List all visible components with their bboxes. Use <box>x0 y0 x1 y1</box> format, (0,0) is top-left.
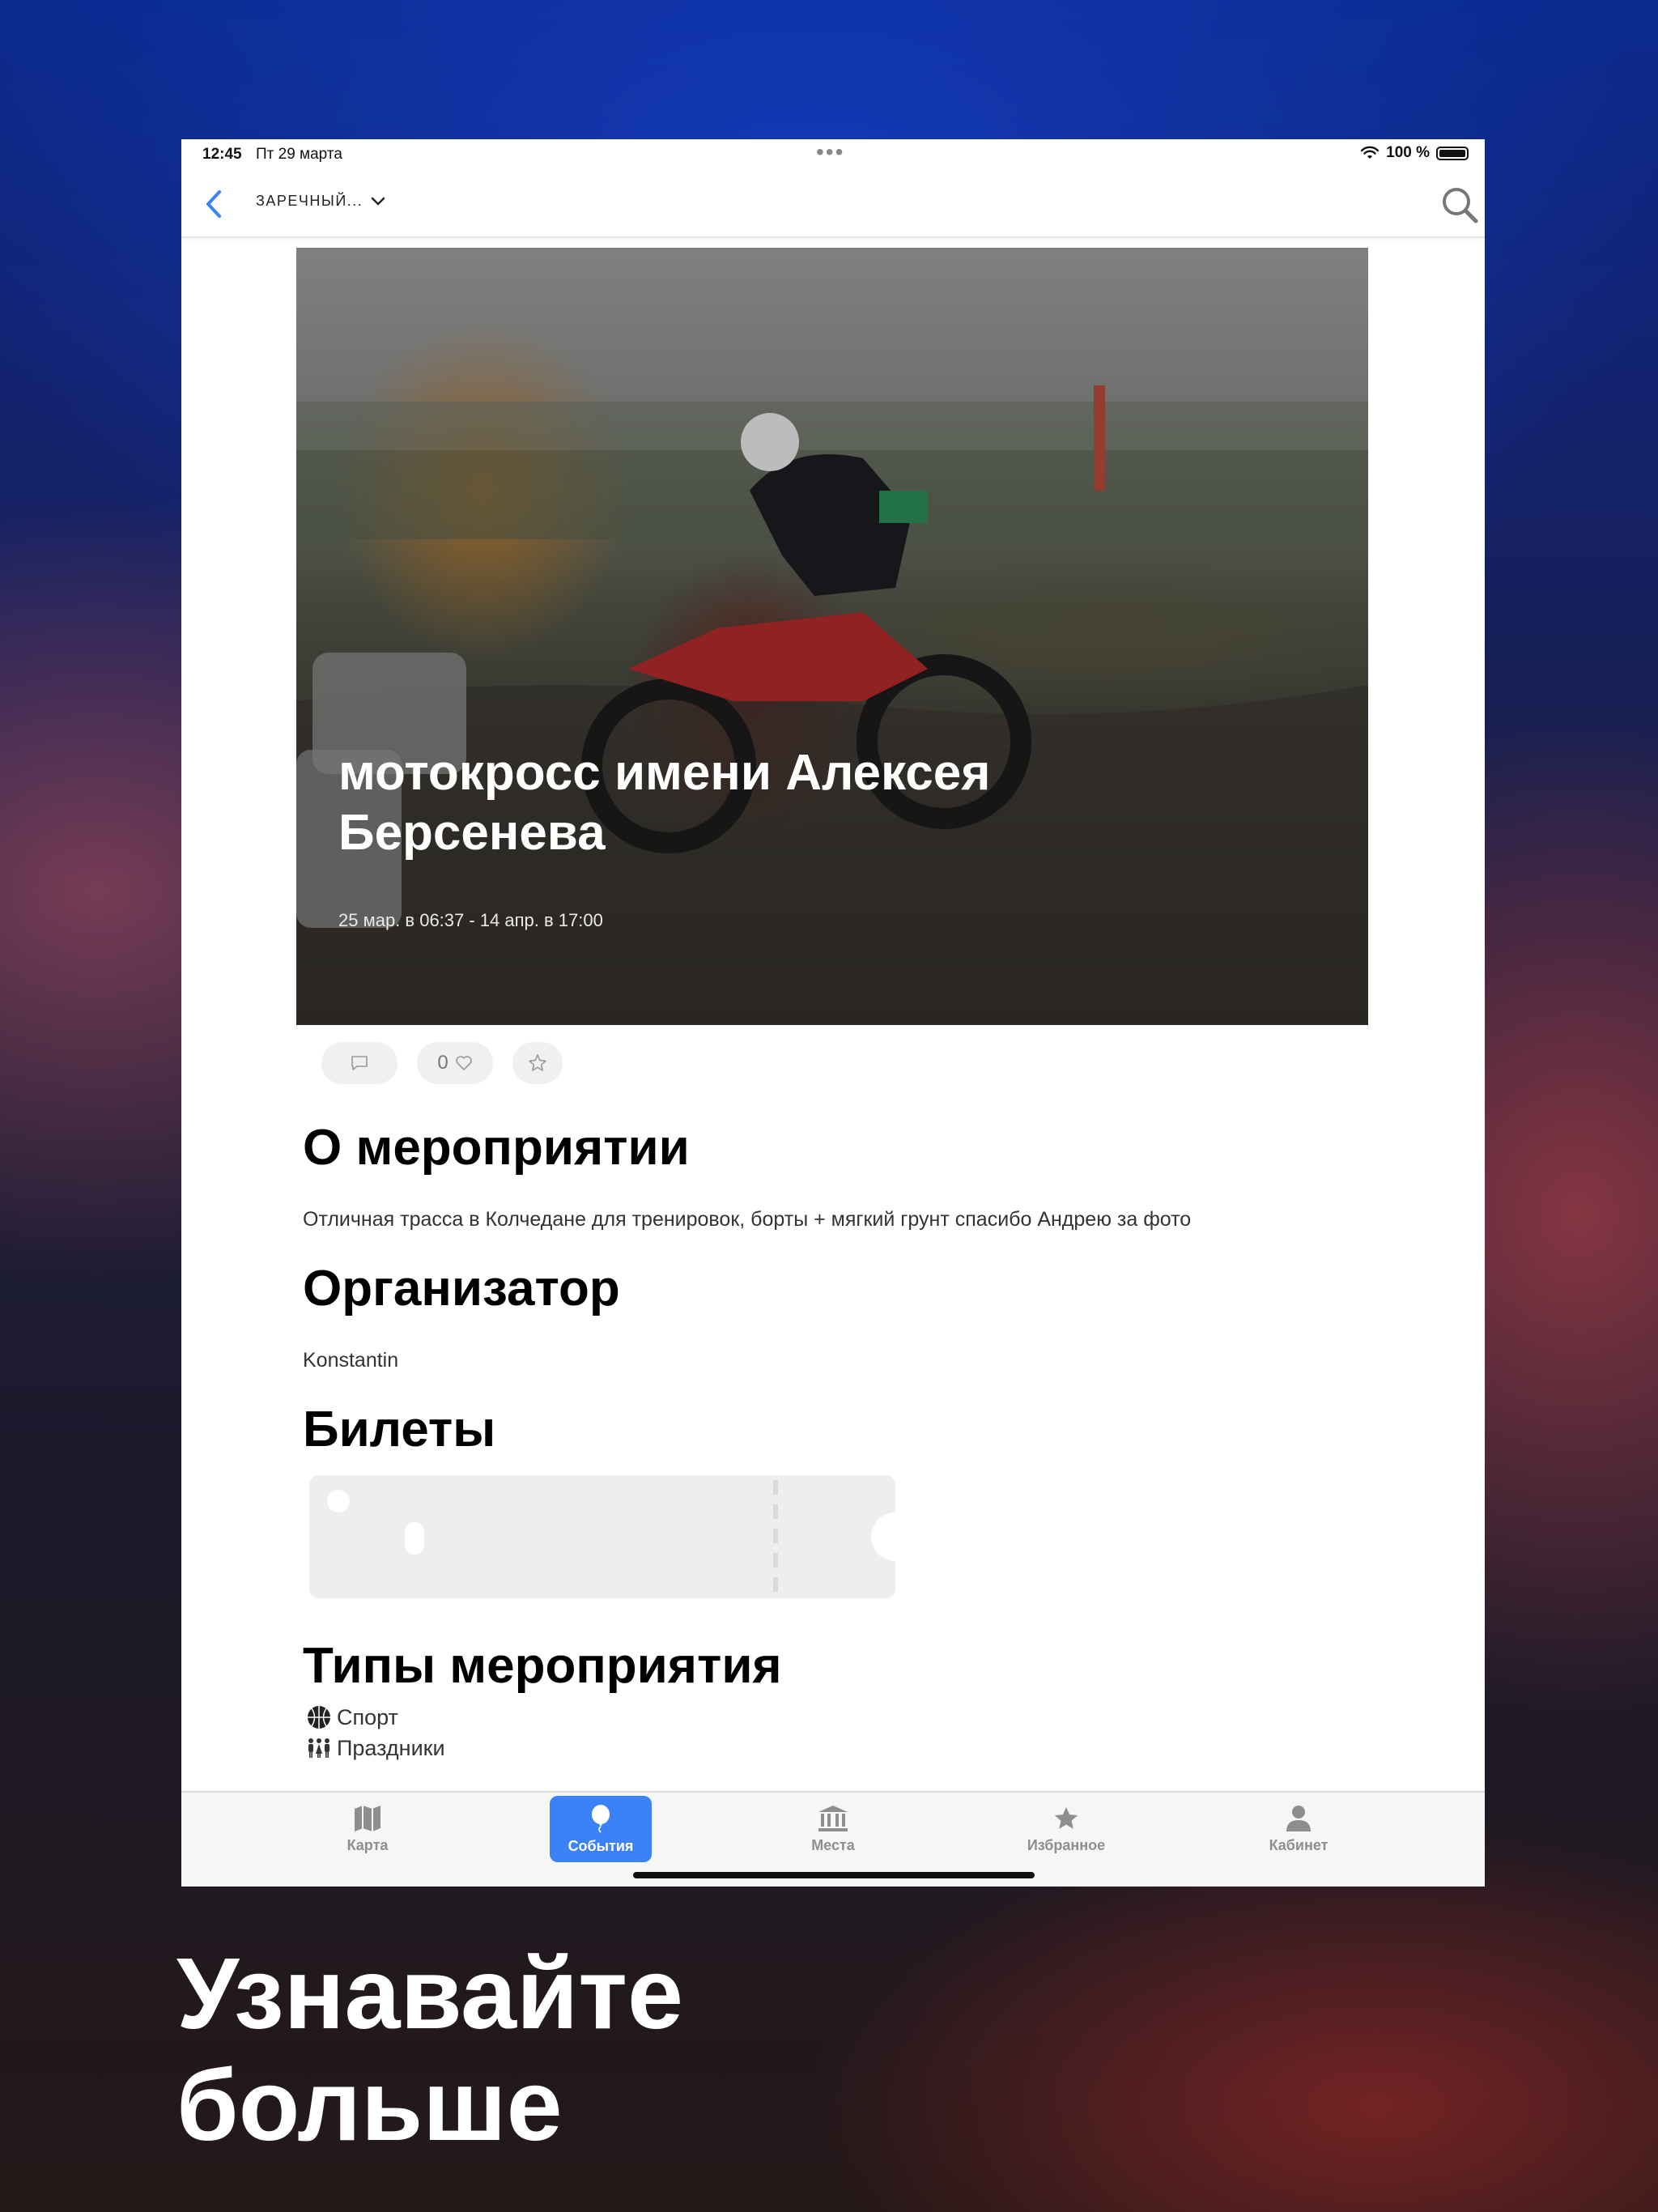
chevron-down-icon <box>372 197 385 206</box>
like-button[interactable]: 0 <box>417 1042 493 1084</box>
promo-line-1: Узнавайте <box>176 1938 683 2050</box>
type-label-sport: Спорт <box>337 1704 398 1729</box>
museum-icon <box>818 1805 848 1831</box>
type-item-sport[interactable]: Спорт <box>306 1702 445 1733</box>
map-icon <box>355 1805 380 1831</box>
multitasking-dots[interactable]: ••• <box>816 139 844 165</box>
about-text: Отличная трасса в Колчедане для трениров… <box>303 1208 1192 1231</box>
ticket-placeholder[interactable] <box>309 1475 895 1598</box>
tab-events[interactable]: События <box>550 1796 652 1862</box>
tab-favorites-label: Избранное <box>1027 1836 1106 1853</box>
tab-map[interactable]: Карта <box>317 1796 419 1862</box>
battery-icon <box>1436 146 1469 160</box>
heart-icon <box>455 1056 472 1070</box>
people-icon <box>308 1738 329 1758</box>
types-heading: Типы мероприятия <box>303 1638 782 1694</box>
tab-cabinet-label: Кабинет <box>1269 1836 1329 1853</box>
tab-places-label: Места <box>811 1836 855 1853</box>
about-heading: О мероприятии <box>303 1120 690 1176</box>
search-button[interactable] <box>1439 185 1480 225</box>
city-label: ЗАРЕЧНЫЙ... <box>256 193 363 209</box>
navigation-bar: ЗАРЕЧНЫЙ... <box>181 175 1485 238</box>
motocross-photo-illustration <box>296 385 1368 1025</box>
event-types-list: Спорт Праздники <box>306 1702 445 1763</box>
likes-count: 0 <box>437 1052 449 1074</box>
comment-button[interactable] <box>321 1042 397 1084</box>
star-icon <box>1054 1806 1078 1829</box>
promo-headline: Узнавайте больше <box>176 1938 1310 2162</box>
basketball-icon <box>308 1706 330 1729</box>
event-hero-image: мотокросс имени Алексея Берсенева 25 мар… <box>296 248 1368 1025</box>
city-selector[interactable]: ЗАРЕЧНЫЙ... <box>256 193 385 210</box>
event-dates: 25 мар. в 06:37 - 14 апр. в 17:00 <box>338 910 603 930</box>
organizer-name[interactable]: Konstantin <box>303 1349 398 1372</box>
wifi-icon <box>1360 146 1380 159</box>
search-icon <box>1443 188 1478 223</box>
event-actions: 0 <box>321 1042 563 1084</box>
organizer-heading: Организатор <box>303 1261 620 1317</box>
status-time: 12:45 <box>202 146 242 163</box>
type-item-holidays[interactable]: Праздники <box>306 1733 445 1763</box>
ticket-shape <box>327 1480 895 1597</box>
tab-favorites[interactable]: Избранное <box>1015 1796 1117 1862</box>
promo-line-2: больше <box>176 2050 563 2162</box>
status-bar: 12:45 Пт 29 марта ••• 100 % <box>181 139 1485 175</box>
chevron-left-icon <box>206 190 221 218</box>
status-date: Пт 29 марта <box>256 146 342 163</box>
tab-events-label: События <box>568 1837 634 1854</box>
tab-map-label: Карта <box>346 1836 389 1853</box>
home-indicator[interactable] <box>633 1872 1035 1878</box>
battery-percent: 100 % <box>1386 144 1430 161</box>
favorite-button[interactable] <box>512 1042 563 1084</box>
comment-icon <box>351 1056 368 1070</box>
tab-places[interactable]: Места <box>782 1796 884 1862</box>
tickets-heading: Билеты <box>303 1402 496 1457</box>
star-outline-icon <box>529 1054 546 1071</box>
back-button[interactable] <box>196 186 232 222</box>
status-indicators: 100 % <box>1360 144 1469 162</box>
event-title: мотокросс имени Алексея Берсенева <box>338 745 991 861</box>
person-icon <box>1286 1805 1311 1831</box>
type-label-holidays: Праздники <box>337 1735 445 1760</box>
device-screen: 12:45 Пт 29 марта ••• 100 % ЗАРЕЧНЫЙ... <box>181 139 1485 1887</box>
balloon-icon <box>592 1804 610 1833</box>
tab-cabinet[interactable]: Кабинет <box>1248 1796 1350 1862</box>
